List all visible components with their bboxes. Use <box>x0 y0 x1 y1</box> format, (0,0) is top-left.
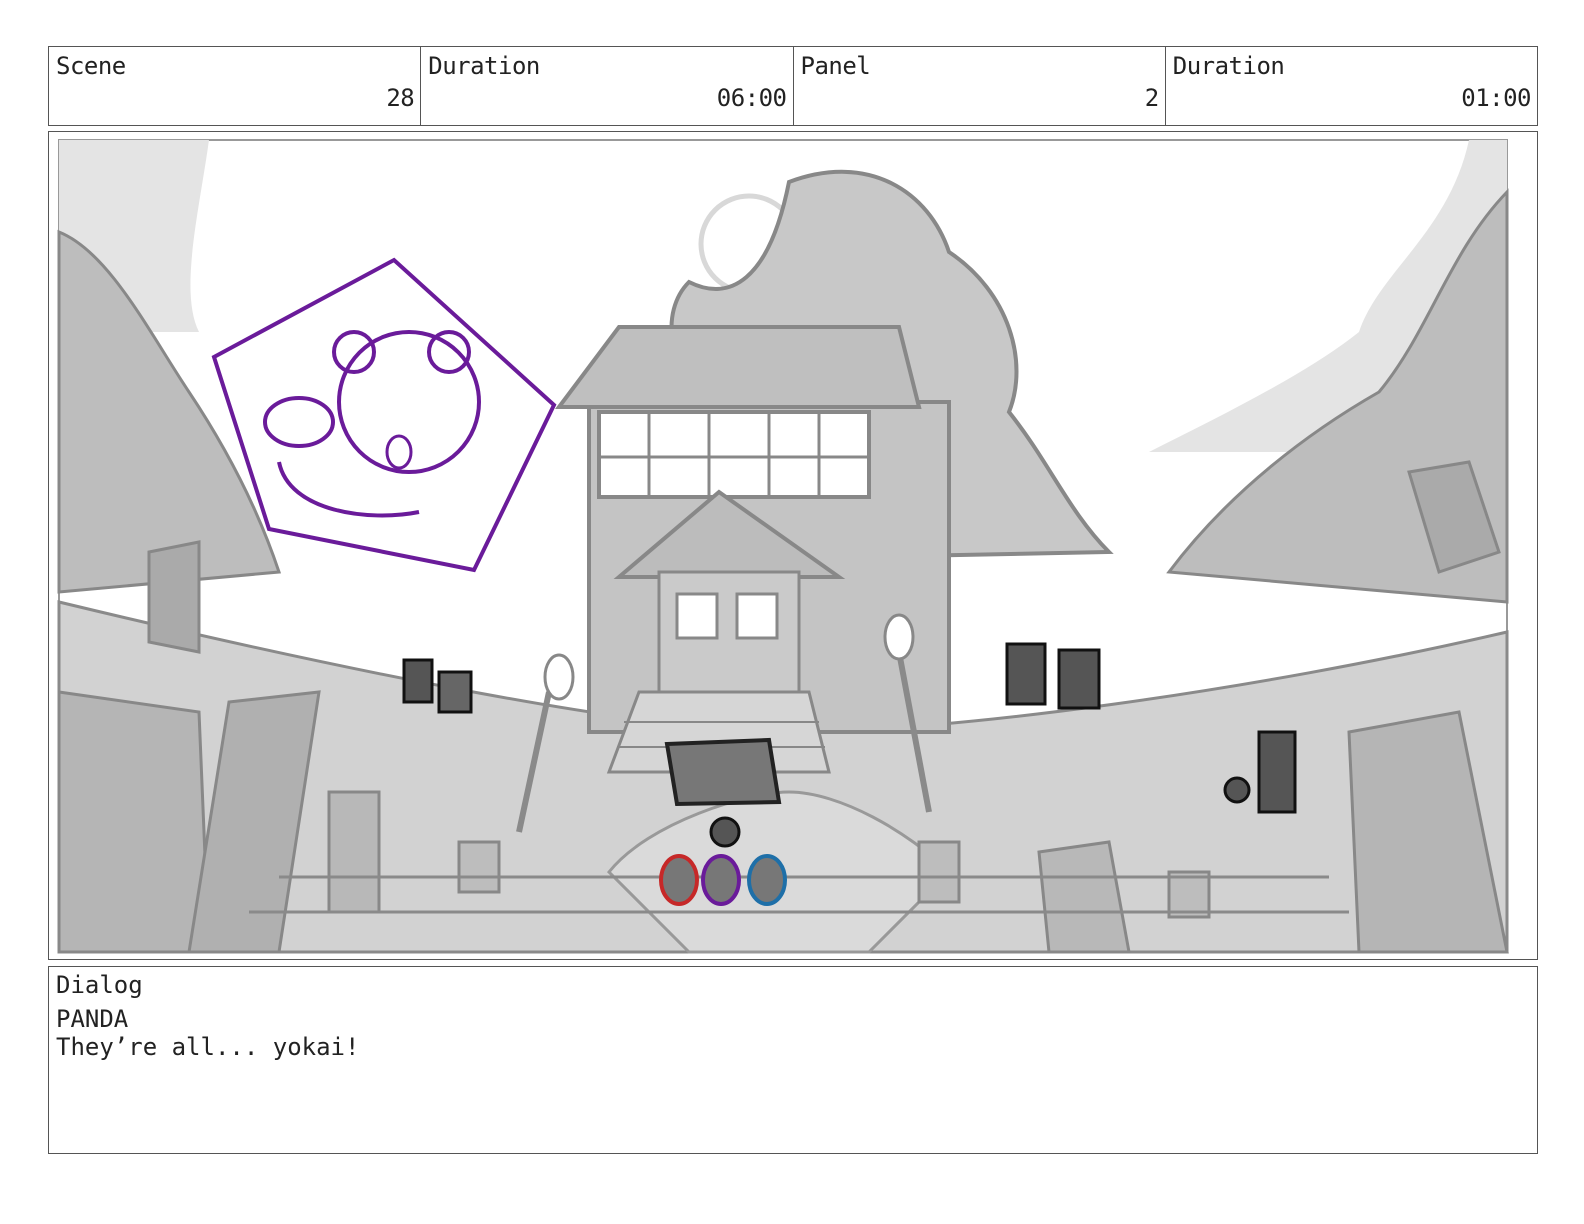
panel-duration-label: Duration <box>1172 52 1285 80</box>
dialog-label: Dialog <box>56 971 143 999</box>
storyboard-sketch <box>57 139 1509 954</box>
scene-cell: Scene 28 <box>49 47 422 125</box>
scene-value: 28 <box>386 84 415 112</box>
storyboard-panel <box>48 131 1538 960</box>
panel-duration-value: 01:00 <box>1461 84 1531 112</box>
scene-duration-value: 06:00 <box>716 84 787 112</box>
dialog-box: Dialog PANDA They’re all... yokai! <box>48 966 1538 1154</box>
dialog-speaker: PANDA <box>56 1005 129 1033</box>
panel-label: Panel <box>800 52 871 80</box>
scene-label: Scene <box>56 52 126 80</box>
scene-duration-label: Duration <box>428 52 540 80</box>
dialog-line: They’re all... yokai! <box>56 1033 360 1061</box>
panel-cell: Panel 2 <box>794 47 1166 125</box>
panel-header: Scene 28 Duration 06:00 Panel 2 Duration… <box>48 46 1538 126</box>
scene-duration-cell: Duration 06:00 <box>421 47 794 125</box>
panel-value: 2 <box>1144 84 1159 112</box>
panel-duration-cell: Duration 01:00 <box>1166 47 1537 125</box>
